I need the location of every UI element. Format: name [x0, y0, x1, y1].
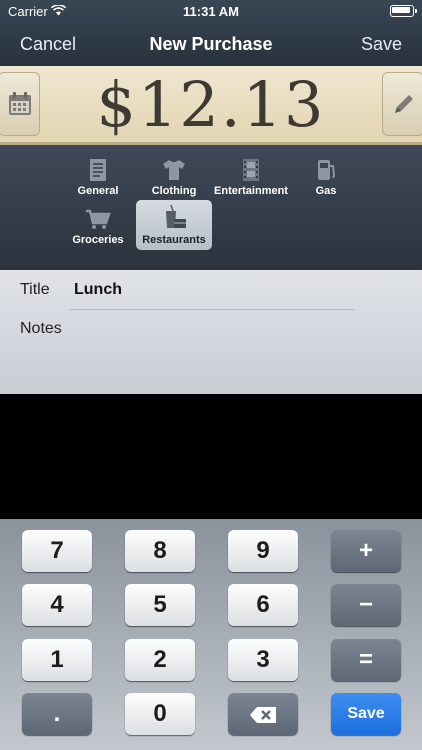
key-1[interactable]: 1	[22, 639, 92, 681]
category-general[interactable]: General	[60, 153, 136, 199]
page-title: New Purchase	[149, 34, 273, 54]
title-field[interactable]: Lunch	[74, 281, 122, 299]
keypad: 7 8 9 + 4 5 6 − 1 2 3 = . 0 Save	[0, 519, 422, 750]
status-bar: Carrier 11:31 AM	[0, 0, 422, 22]
drink-icon	[166, 204, 186, 228]
category-clothing[interactable]: Clothing	[136, 153, 212, 199]
purchase-form: Title Lunch Notes	[0, 270, 422, 394]
battery-icon	[390, 5, 417, 17]
category-label: Clothing	[151, 185, 197, 197]
category-groceries[interactable]: Groceries	[60, 202, 136, 248]
cart-icon	[86, 209, 111, 229]
fuel-pump-icon	[318, 160, 336, 180]
key-2[interactable]: 2	[125, 639, 195, 681]
keypad-save-button[interactable]: Save	[331, 693, 401, 735]
category-label: Entertainment	[214, 185, 288, 197]
category-label: General	[77, 185, 119, 197]
category-entertainment[interactable]: Entertainment	[212, 153, 290, 199]
key-3[interactable]: 3	[228, 639, 298, 681]
key-0[interactable]: 0	[125, 693, 195, 735]
key-decimal[interactable]: .	[22, 693, 92, 735]
key-backspace[interactable]	[228, 693, 298, 735]
category-picker: General Clothing Entertainment Gas Groce…	[0, 145, 422, 270]
amount-bar: $12.13	[0, 66, 422, 145]
navigation-bar: Cancel New Purchase Save	[0, 22, 422, 66]
edit-button[interactable]	[382, 72, 422, 136]
category-gas[interactable]: Gas	[288, 153, 364, 199]
key-plus[interactable]: +	[331, 530, 401, 572]
category-label: Groceries	[72, 234, 124, 246]
amount-display: $12.13	[96, 68, 326, 141]
notes-label: Notes	[20, 320, 62, 337]
backspace-icon	[250, 706, 276, 723]
key-minus[interactable]: −	[331, 584, 401, 626]
key-4[interactable]: 4	[22, 584, 92, 626]
key-9[interactable]: 9	[228, 530, 298, 572]
key-8[interactable]: 8	[125, 530, 195, 572]
category-restaurants[interactable]: Restaurants	[136, 200, 212, 250]
shirt-icon	[163, 160, 185, 180]
clock: 11:31 AM	[183, 4, 239, 19]
film-icon	[243, 159, 259, 181]
title-label: Title	[20, 281, 50, 298]
notes-field[interactable]	[74, 316, 404, 386]
key-6[interactable]: 6	[228, 584, 298, 626]
category-label: Gas	[315, 185, 337, 197]
pencil-icon	[395, 95, 413, 113]
key-7[interactable]: 7	[22, 530, 92, 572]
receipt-icon	[90, 159, 106, 181]
key-5[interactable]: 5	[125, 584, 195, 626]
category-label: Restaurants	[142, 234, 206, 246]
key-equals[interactable]: =	[331, 639, 401, 681]
field-divider	[70, 309, 354, 310]
nav-save-button[interactable]: Save	[361, 34, 402, 55]
